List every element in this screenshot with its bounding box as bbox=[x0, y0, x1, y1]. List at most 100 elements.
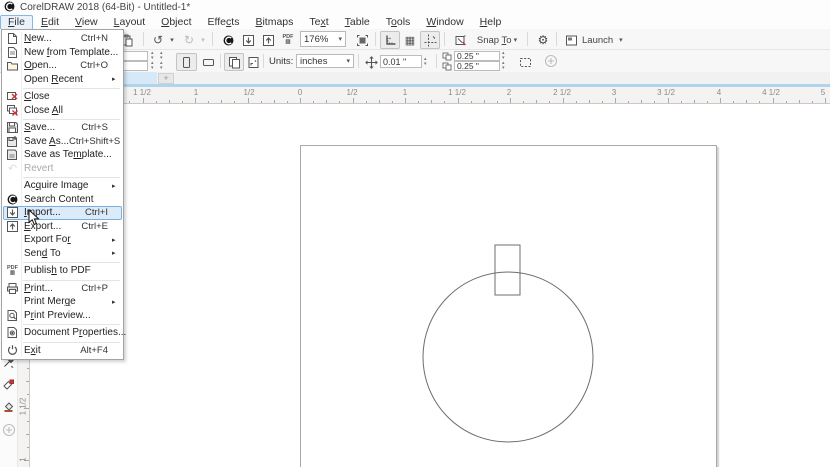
page-size-stepper2[interactable]: ▴▾ bbox=[160, 61, 163, 71]
menu-item-save-as-template[interactable]: Save as Template... bbox=[3, 148, 122, 162]
menu-item-send-to[interactable]: Send To▸ bbox=[3, 247, 122, 261]
snap-off-button[interactable] bbox=[450, 31, 470, 49]
page-height-stepper[interactable]: ▴▾ bbox=[151, 61, 154, 71]
menubar-item-window[interactable]: Window bbox=[418, 15, 471, 30]
ruler-label: 1 1/2 bbox=[448, 88, 466, 97]
menu-separator bbox=[23, 177, 120, 178]
menubar-item-layout[interactable]: Layout bbox=[106, 15, 154, 30]
standard-toolbar: ↺ ▾ ↻ ▾ PDF▥ 176%▾ ▦ Snap To▾ ⚙ Launch ▾ bbox=[0, 29, 830, 50]
menu-item-label: Print Preview... bbox=[21, 310, 112, 321]
show-guidelines-button[interactable] bbox=[420, 31, 440, 49]
fullscreen-preview-button[interactable] bbox=[352, 31, 372, 49]
duplicate-x-field[interactable]: 0.25 " bbox=[454, 51, 500, 61]
import-button[interactable] bbox=[238, 31, 258, 49]
show-grid-button[interactable]: ▦ bbox=[400, 31, 420, 49]
launch-dropdown[interactable]: Launch ▾ bbox=[562, 31, 630, 49]
menu-item-publish-to-pdf[interactable]: PDF▥Publish to PDF bbox=[3, 264, 122, 278]
menubar-item-object[interactable]: Object bbox=[153, 15, 199, 30]
menu-item-open[interactable]: Open...Ctrl+O bbox=[3, 59, 122, 73]
add-tool-button[interactable] bbox=[1, 422, 16, 437]
menubar-item-help[interactable]: Help bbox=[472, 15, 510, 30]
ruler-tick bbox=[156, 101, 157, 103]
menubar-item-bitmaps[interactable]: Bitmaps bbox=[247, 15, 301, 30]
ruler-tick bbox=[129, 101, 130, 103]
search-content-button[interactable] bbox=[218, 31, 238, 49]
portrait-button[interactable] bbox=[176, 53, 197, 71]
export-button[interactable] bbox=[258, 31, 278, 49]
units-select[interactable]: inches▾ bbox=[296, 54, 354, 68]
menu-item-exit[interactable]: ExitAlt+F4 bbox=[3, 344, 122, 358]
menu-item-import[interactable]: Import...Ctrl+I bbox=[3, 206, 122, 220]
menu-separator bbox=[23, 342, 120, 343]
duplicate-y-stepper[interactable]: ▴▾ bbox=[502, 61, 505, 71]
ruler-tick bbox=[208, 101, 209, 103]
menu-item-acquire-image[interactable]: Acquire Image▸ bbox=[3, 179, 122, 193]
pdf-icon: PDF▥ bbox=[4, 266, 21, 276]
treat-as-filled-button[interactable] bbox=[514, 53, 536, 71]
menubar-item-view[interactable]: View bbox=[67, 15, 106, 30]
fill-tool[interactable] bbox=[1, 399, 16, 414]
ruler-tick bbox=[707, 101, 708, 103]
menubar-item-table[interactable]: Table bbox=[337, 15, 378, 30]
ruler-label: 3 bbox=[612, 88, 616, 97]
show-rulers-button[interactable] bbox=[380, 31, 400, 49]
menu-item-export-for[interactable]: Export For▸ bbox=[3, 233, 122, 247]
menu-item-close[interactable]: Close bbox=[3, 90, 122, 104]
menu-item-save[interactable]: Save...Ctrl+S bbox=[3, 121, 122, 135]
ruler-label: 1 bbox=[19, 448, 28, 467]
revert-icon: ↶ bbox=[4, 162, 21, 175]
ruler-tick bbox=[654, 101, 655, 103]
menu-item-close-all[interactable]: Close All bbox=[3, 104, 122, 118]
menu-item-search-content[interactable]: Search Content bbox=[3, 193, 122, 207]
nudge-distance-field[interactable]: 0.01 " bbox=[380, 55, 422, 68]
drawn-shapes[interactable] bbox=[30, 104, 830, 467]
ruler-label: 5 bbox=[821, 88, 825, 97]
zoom-level-select[interactable]: 176%▾ bbox=[300, 31, 346, 47]
ruler-tick bbox=[431, 100, 432, 103]
drawing-canvas[interactable] bbox=[30, 104, 830, 467]
snap-to-dropdown[interactable]: Snap To▾ bbox=[470, 31, 524, 49]
menu-item-print-merge[interactable]: Print Merge▸ bbox=[3, 295, 122, 309]
all-pages-size-button[interactable] bbox=[224, 53, 244, 71]
menubar-item-tools[interactable]: Tools bbox=[378, 15, 419, 30]
publish-pdf-button[interactable]: PDF▥ bbox=[278, 31, 298, 49]
ruler-label: 4 1/2 bbox=[762, 88, 780, 97]
menu-item-label: Save as Template... bbox=[21, 149, 112, 160]
menu-item-label: Acquire Image bbox=[21, 180, 112, 191]
menu-item-new[interactable]: New...Ctrl+N bbox=[3, 32, 122, 46]
menu-item-print-preview[interactable]: Print Preview... bbox=[3, 309, 122, 323]
menu-item-export[interactable]: Export...Ctrl+E bbox=[3, 220, 122, 234]
options-gear-button[interactable]: ⚙ bbox=[533, 31, 553, 49]
redo-dropdown[interactable]: ▾ bbox=[196, 31, 208, 49]
rectangle-shape[interactable] bbox=[495, 245, 520, 295]
ellipse-shape[interactable] bbox=[423, 272, 593, 442]
menu-item-label: Revert bbox=[21, 163, 112, 174]
menu-item-document-properties[interactable]: Document Properties... bbox=[3, 326, 122, 340]
ruler-tick bbox=[746, 100, 747, 103]
new-document-tab-button[interactable]: + bbox=[158, 73, 174, 84]
menu-item-new-from-template[interactable]: New from Template... bbox=[3, 46, 122, 60]
menu-item-save-as[interactable]: Save As...Ctrl+Shift+S bbox=[3, 135, 122, 149]
nudge-stepper[interactable]: ▴▾ bbox=[424, 55, 427, 68]
print-icon bbox=[4, 282, 21, 295]
ruler-label: 1/2 bbox=[243, 88, 254, 97]
ruler-label: 3 1/2 bbox=[657, 88, 675, 97]
menubar-item-text[interactable]: Text bbox=[301, 15, 336, 30]
menubar-item-edit[interactable]: Edit bbox=[33, 15, 67, 30]
current-page-size-button[interactable] bbox=[243, 53, 263, 71]
menubar-item-file[interactable]: File bbox=[0, 15, 33, 30]
menu-separator bbox=[23, 280, 120, 281]
menu-item-open-recent[interactable]: Open Recent▸ bbox=[3, 73, 122, 87]
menu-item-print[interactable]: Print...Ctrl+P bbox=[3, 282, 122, 296]
landscape-button[interactable] bbox=[198, 53, 219, 71]
corel-balloon-icon bbox=[4, 194, 21, 205]
outline-pen-tool[interactable] bbox=[1, 377, 16, 392]
duplicate-y-field[interactable]: 0.25 " bbox=[454, 61, 500, 71]
corel-logo-icon bbox=[4, 1, 15, 15]
horizontal-ruler[interactable]: 1 1/211/201/211 1/222 1/233 1/244 1/25 bbox=[18, 87, 830, 104]
undo-dropdown[interactable]: ▾ bbox=[165, 31, 177, 49]
chevron-down-icon: ▾ bbox=[346, 57, 350, 65]
menu-item-label: Close bbox=[21, 91, 112, 102]
menubar-item-effects[interactable]: Effects bbox=[200, 15, 248, 30]
menu-item-revert[interactable]: ↶Revert bbox=[3, 162, 122, 176]
